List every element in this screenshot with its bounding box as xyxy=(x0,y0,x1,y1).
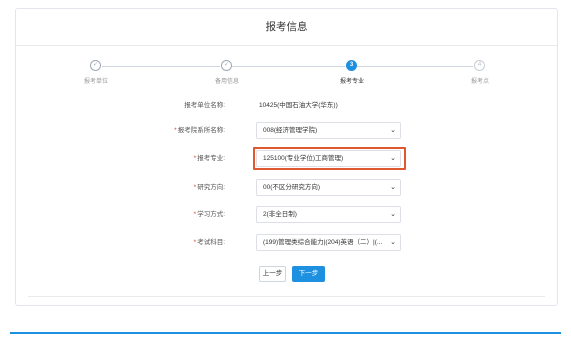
study-mode-value: 2(非全日制) xyxy=(263,211,297,218)
chevron-down-icon: ⌄ xyxy=(390,211,396,218)
next-step-button[interactable]: 下一步 xyxy=(292,266,325,282)
step-connector xyxy=(102,66,220,67)
chevron-down-icon: ⌄ xyxy=(390,184,396,191)
study-mode-label: *学习方式: xyxy=(193,211,225,218)
chevron-down-icon: ⌄ xyxy=(390,155,396,162)
step-4-number: 4 xyxy=(474,60,485,71)
step-3-label: 报考专业 xyxy=(339,79,364,85)
required-mark: * xyxy=(193,184,197,191)
form-row-study-mode: *学习方式: 2(非全日制) ⌄ xyxy=(16,206,557,224)
required-mark: * xyxy=(174,127,177,134)
prev-step-button[interactable]: 上一步 xyxy=(259,266,286,282)
bottom-divider xyxy=(10,332,561,334)
chevron-down-icon: ⌄ xyxy=(390,127,396,134)
subjects-label: *考试科目: xyxy=(193,239,225,246)
direction-select[interactable]: 00(不区分研究方向) ⌄ xyxy=(256,179,401,196)
required-mark: * xyxy=(193,211,197,218)
step-3-number: 3 xyxy=(346,60,357,71)
step-1-label: 报考单位 xyxy=(83,79,108,85)
study-mode-select[interactable]: 2(非全日制) ⌄ xyxy=(256,206,401,223)
required-mark: * xyxy=(193,239,197,246)
step-1-check-icon: ✓ xyxy=(90,60,101,71)
unit-value: 10425(中国石油大学(华东)) xyxy=(259,102,338,109)
department-select[interactable]: 008(经济管理学院) ⌄ xyxy=(256,122,401,139)
department-label: *报考院系所名称: xyxy=(174,127,225,134)
major-value: 125100(专业学位)工商管理) xyxy=(263,155,344,162)
direction-label: *研究方向: xyxy=(193,184,225,191)
form-row-major: *报考专业: 125100(专业学位)工商管理) ⌄ xyxy=(16,147,557,170)
direction-value: 00(不区分研究方向) xyxy=(263,184,321,191)
department-value: 008(经济管理学院) xyxy=(263,127,318,134)
step-connector xyxy=(357,66,473,67)
major-select[interactable]: 125100(专业学位)工商管理) ⌄ xyxy=(256,150,401,167)
step-4-label: 报考点 xyxy=(470,79,489,85)
registration-card: 报考信息 ✓ 报考单位 ✓ 备用信息 3 报考专业 4 报考点 报考单位名称: … xyxy=(15,8,558,306)
major-label: *报考专业: xyxy=(193,155,225,162)
step-2-check-icon: ✓ xyxy=(221,60,232,71)
step-connector xyxy=(232,66,345,67)
subjects-select[interactable]: (199)管理类综合能力|(204)英语（二）|(... ⌄ xyxy=(256,234,401,251)
unit-label: 报考单位名称: xyxy=(184,102,225,109)
form-row-direction: *研究方向: 00(不区分研究方向) ⌄ xyxy=(16,179,557,197)
form-row-subjects: *考试科目: (199)管理类综合能力|(204)英语（二）|(... ⌄ xyxy=(16,234,557,252)
divider xyxy=(28,296,545,297)
progress-steps: ✓ 报考单位 ✓ 备用信息 3 报考专业 4 报考点 xyxy=(16,9,557,89)
subjects-value: (199)管理类综合能力|(204)英语（二）|(... xyxy=(263,239,383,246)
form-row-unit: 报考单位名称: 10425(中国石油大学(华东)) xyxy=(16,97,557,115)
step-2-label: 备用信息 xyxy=(214,79,239,85)
required-mark: * xyxy=(193,155,197,162)
chevron-down-icon: ⌄ xyxy=(390,239,396,246)
form-row-department: *报考院系所名称: 008(经济管理学院) ⌄ xyxy=(16,122,557,140)
